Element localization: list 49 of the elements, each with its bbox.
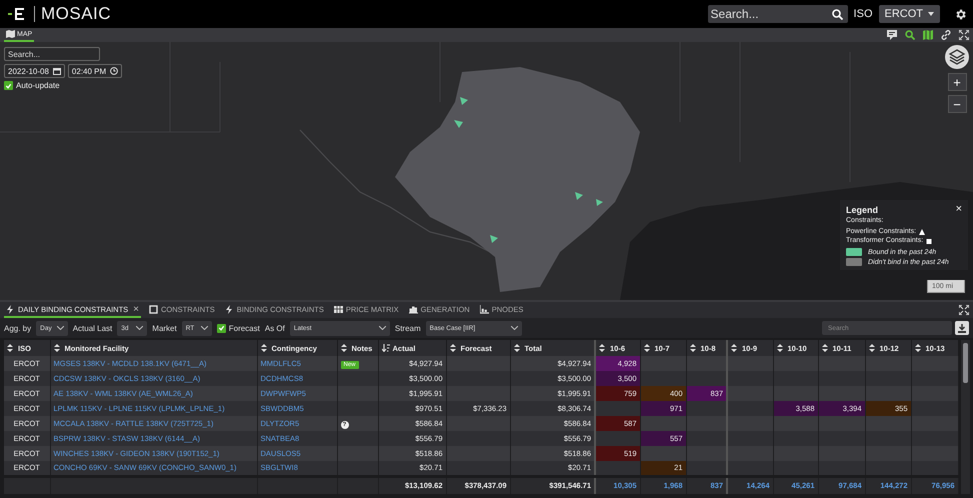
triangle-icon — [919, 228, 926, 234]
calendar-icon — [52, 67, 61, 75]
filter-label: Actual Last — [72, 324, 112, 332]
close-button[interactable]: × — [133, 304, 139, 314]
chevron-icon — [136, 326, 144, 330]
time-field[interactable]: 02:40 PM — [68, 64, 122, 78]
download-button[interactable] — [955, 321, 969, 335]
map-icon[interactable] — [923, 30, 933, 40]
clock-icon — [110, 67, 118, 75]
comment-icon[interactable] — [887, 30, 897, 40]
filter-label: As Of — [264, 324, 285, 332]
scrollbar[interactable] — [960, 340, 970, 494]
filter-label: Market — [152, 324, 177, 332]
auto-update-label: Auto-update — [16, 81, 60, 90]
legend-title: Legend — [846, 204, 878, 214]
close-button[interactable]: × — [956, 204, 962, 215]
chevron-icon — [56, 326, 64, 330]
forecast-label: Forecast — [228, 324, 260, 332]
zoom-out-button[interactable]: − — [948, 95, 966, 113]
search-icon[interactable] — [905, 30, 915, 40]
lightning-icon — [224, 304, 234, 314]
filter-label: Agg. by — [4, 324, 32, 332]
fullscreen-icon[interactable] — [959, 30, 969, 40]
link-icon[interactable] — [941, 30, 951, 40]
iso-label: ISO — [854, 8, 872, 20]
search-icon — [832, 9, 843, 20]
iso-dropdown[interactable]: ERCOT — [878, 5, 940, 23]
auto-update-checkbox[interactable] — [4, 81, 13, 90]
chevron-icon — [200, 326, 208, 330]
lightning-icon — [6, 304, 15, 314]
table-icon — [334, 304, 343, 314]
app-title: MOSAIC — [41, 4, 112, 24]
search-field[interactable]: Search... — [708, 5, 848, 23]
layers-icon[interactable] — [945, 45, 969, 69]
fullscreen-icon[interactable] — [959, 305, 969, 315]
square-icon — [926, 238, 932, 244]
settings-icon[interactable] — [954, 8, 967, 20]
map-icon — [6, 30, 15, 38]
chevron-icon — [510, 326, 518, 330]
bar-chart-icon — [408, 304, 418, 314]
date-field[interactable]: 2022-10-08 — [4, 64, 65, 78]
chevron-icon — [378, 326, 386, 330]
map-search-field[interactable]: Search... — [4, 47, 100, 61]
forecast-checkbox[interactable] — [216, 324, 226, 332]
caret-icon — [928, 12, 934, 16]
zoom-in-button[interactable]: + — [948, 73, 966, 91]
chart-icon — [480, 304, 489, 314]
square-icon — [149, 304, 158, 314]
filter-label: Stream — [394, 324, 421, 332]
